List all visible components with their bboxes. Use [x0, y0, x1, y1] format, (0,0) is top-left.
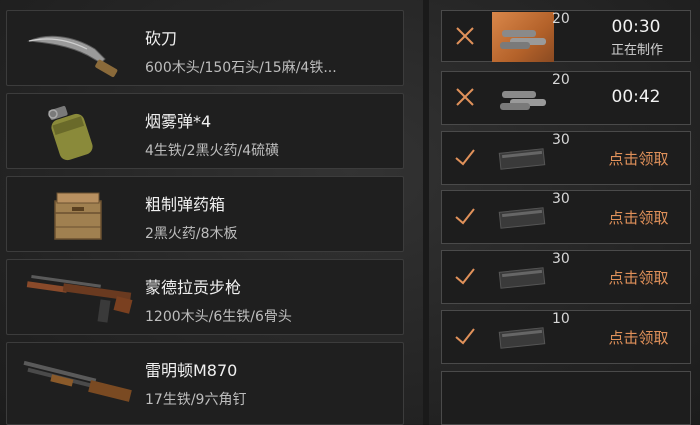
recipe-name: 砍刀 [145, 29, 178, 48]
slot-count: 30 [552, 132, 570, 148]
recipe-name: 粗制弹药箱 [145, 195, 226, 214]
queue-slot-empty[interactable] [441, 371, 691, 425]
cancel-x-icon[interactable] [452, 84, 478, 110]
slot-count: 30 [552, 251, 570, 267]
checkmark-icon [455, 149, 475, 166]
cancel-x-icon[interactable] [452, 23, 478, 49]
recipe-name: 蒙德拉贡步枪 [145, 278, 242, 297]
recipe-card-shotgun[interactable]: 雷明顿M870 17生铁/9六角钉 [6, 342, 404, 425]
recipe-card-ammo-crate[interactable]: 粗制弹药箱 2黑火药/8木板 [6, 176, 404, 252]
magazine-icon [492, 312, 554, 362]
magazine-icon [492, 192, 554, 242]
slot-count: 20 [552, 11, 570, 27]
slot-count: 20 [552, 72, 570, 88]
slot-count: 30 [552, 191, 570, 207]
pipes-icon [492, 12, 554, 62]
recipe-cost: 2黑火药/8木板 [145, 226, 238, 242]
rifle-icon [26, 275, 133, 323]
recipe-cost: 4生铁/2黑火药/4硫磺 [145, 143, 280, 159]
queue-slot-done[interactable]: 10 点击领取 [441, 310, 691, 364]
recipe-card-rifle[interactable]: 蒙德拉贡步枪 1200木头/6生铁/6骨头 [6, 259, 404, 335]
slot-timer: 00:30 [611, 17, 661, 37]
queue-slot-done[interactable]: 30 点击领取 [441, 131, 691, 185]
slot-count: 10 [552, 311, 570, 327]
recipe-cost: 600木头/150石头/15麻/4铁... [145, 60, 337, 76]
recipe-name: 烟雾弹*4 [145, 112, 212, 131]
claim-button[interactable]: 点击领取 [596, 327, 681, 348]
smoke-grenade-icon [48, 105, 93, 161]
recipe-card-machete[interactable]: 砍刀 600木头/150石头/15麻/4铁... [6, 10, 404, 86]
queue-slot-done[interactable]: 30 点击领取 [441, 190, 691, 244]
checkmark-icon [455, 268, 475, 285]
magazine-icon [492, 252, 554, 302]
shotgun-icon [23, 360, 132, 402]
panel-divider [423, 0, 429, 425]
claim-button[interactable]: 点击领取 [596, 267, 681, 288]
slot-status: 正在制作 [610, 43, 663, 58]
recipe-name: 雷明顿M870 [145, 361, 238, 380]
checkmark-icon [455, 208, 475, 225]
queue-slot-done[interactable]: 30 点击领取 [441, 250, 691, 304]
recipe-cost: 17生铁/9六角钉 [145, 392, 247, 408]
claim-button[interactable]: 点击领取 [596, 148, 681, 169]
queue-slot-queued[interactable]: 20 00:42 [441, 71, 691, 125]
pipes-icon [492, 73, 554, 123]
queue-slot-in-progress[interactable]: 20 00:30 正在制作 [441, 10, 691, 62]
slot-timer: 00:42 [611, 87, 661, 107]
claim-button[interactable]: 点击领取 [596, 207, 681, 228]
recipe-list: 砍刀 600木头/150石头/15麻/4铁... 烟雾弹*4 4生铁/2黑火药/… [6, 6, 406, 425]
machete-icon [27, 35, 118, 78]
checkmark-icon [455, 328, 475, 345]
recipe-cost: 1200木头/6生铁/6骨头 [145, 309, 292, 325]
crafting-queue: 20 00:30 正在制作 20 00:42 30 点击领取 30 点击领取 3… [441, 0, 696, 425]
recipe-card-smoke-grenade[interactable]: 烟雾弹*4 4生铁/2黑火药/4硫磺 [6, 93, 404, 169]
ammo-crate-icon [54, 192, 102, 240]
magazine-icon [492, 133, 554, 183]
